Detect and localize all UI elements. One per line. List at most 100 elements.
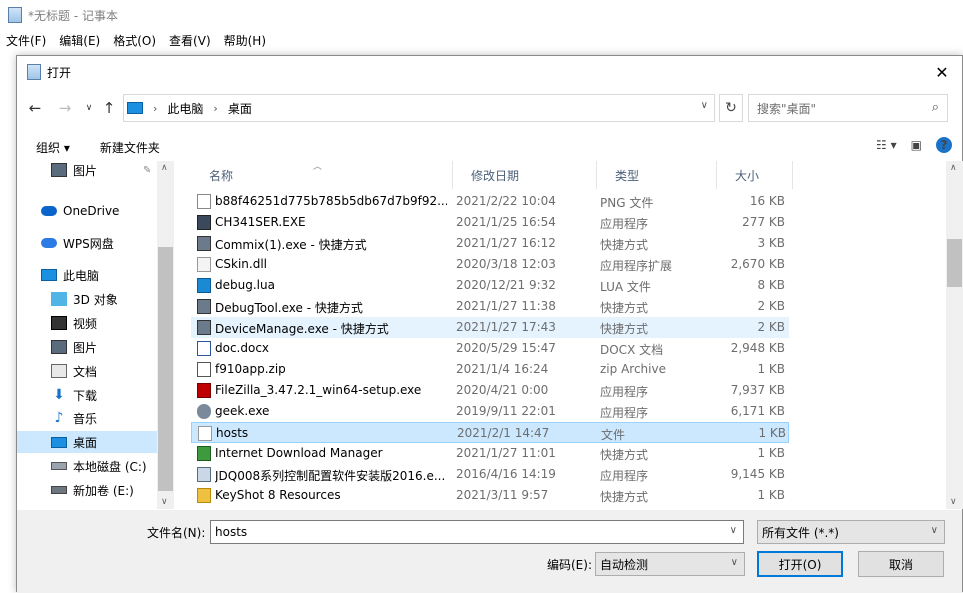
nav-item-onedrive[interactable]: OneDrive	[17, 200, 157, 222]
encoding-dropdown-icon[interactable]: ∨	[731, 557, 738, 568]
file-name: f910app.zip	[215, 362, 286, 376]
navigation-pane: 图片 ✎ OneDrive WPS网盘 此电脑 3D 对象 视频 图片 文档 ⬇…	[17, 161, 173, 509]
file-row[interactable]: geek.exe 2019/9/11 22:01 应用程序 6,171 KB	[191, 401, 789, 422]
navigation-scrollbar[interactable]: ∧ ∨	[157, 161, 174, 509]
nav-item-documents[interactable]: 文档	[17, 360, 157, 382]
nav-item-local-disk-c[interactable]: 本地磁盘 (C:)	[17, 455, 157, 477]
file-row[interactable]: CH341SER.EXE 2021/1/25 16:54 应用程序 277 KB	[191, 212, 789, 233]
open-button[interactable]: 打开(O)	[757, 551, 843, 577]
forward-arrow-icon[interactable]: →	[55, 98, 75, 118]
breadcrumb-separator-icon[interactable]: ›	[213, 102, 217, 115]
file-row[interactable]: debug.lua 2020/12/21 9:32 LUA 文件 8 KB	[191, 275, 789, 296]
scroll-down-icon[interactable]: ∨	[950, 497, 957, 507]
column-header-type[interactable]: 类型	[597, 161, 717, 189]
shortcut-icon	[197, 299, 211, 314]
file-row[interactable]: f910app.zip 2021/1/4 16:24 zip Archive 1 KB	[191, 359, 789, 380]
refresh-icon[interactable]: ↻	[719, 94, 743, 122]
file-date: 2021/1/27 17:43	[456, 320, 556, 334]
address-bar[interactable]: › 此电脑 › 桌面 ∨	[123, 94, 715, 122]
nav-item-desktop[interactable]: 桌面	[17, 431, 157, 453]
file-row[interactable]: Commix(1).exe - 快捷方式 2021/1/27 16:12 快捷方式 3…	[191, 233, 789, 254]
address-dropdown-icon[interactable]: ∨	[701, 100, 708, 111]
dialog-icon	[27, 64, 41, 80]
search-icon: ⌕	[931, 100, 939, 115]
file-name: doc.docx	[215, 341, 270, 355]
nav-item-pictures-pinned[interactable]: 图片 ✎	[17, 161, 157, 181]
address-row: ← → ∨ ↑ › 此电脑 › 桌面 ∨ ↻ 搜索"桌面" ⌕	[17, 92, 962, 124]
scroll-up-icon[interactable]: ∧	[950, 163, 957, 173]
file-row[interactable]: KeyShot 8 Resources 2021/3/11 9:57 快捷方式 1 K…	[191, 485, 789, 506]
file-type: 应用程序	[600, 469, 649, 483]
help-icon[interactable]: ?	[936, 137, 952, 153]
nav-item-volume-e[interactable]: 新加卷 (E:)	[17, 479, 157, 501]
file-date: 2021/1/27 11:38	[456, 299, 556, 313]
nav-item-pictures[interactable]: 图片	[17, 336, 157, 358]
breadcrumb-separator-icon[interactable]: ›	[153, 102, 157, 115]
new-folder-button[interactable]: 新建文件夹	[100, 139, 160, 156]
file-name: Internet Download Manager	[215, 446, 383, 460]
back-arrow-icon[interactable]: ←	[25, 98, 45, 118]
file-size: 1 KB	[757, 362, 785, 376]
file-row[interactable]: Internet Download Manager 2021/1/27 11:01…	[191, 443, 789, 464]
column-header-name[interactable]: 名称	[191, 161, 453, 189]
file-row[interactable]: CSkin.dll 2020/3/18 12:03 应用程序扩展 2,670 KB	[191, 254, 789, 275]
file-row[interactable]: JDQ008系列控制配置软件安装版2016.e... 2016/4/16 14:1…	[191, 464, 789, 485]
file-row[interactable]: doc.docx 2020/5/29 15:47 DOCX 文档 2,948 KB	[191, 338, 789, 359]
file-row[interactable]: DebugTool.exe - 快捷方式 2021/1/27 11:38 快捷方式 2…	[191, 296, 789, 317]
breadcrumb-desktop[interactable]: 桌面	[228, 100, 252, 117]
up-arrow-icon[interactable]: ↑	[99, 98, 119, 118]
menu-help[interactable]: 帮助(H)	[224, 32, 266, 49]
shortcut-icon	[197, 236, 211, 251]
nav-item-wps[interactable]: WPS网盘	[17, 232, 157, 254]
pin-icon[interactable]: ✎	[143, 165, 151, 176]
menu-format[interactable]: 格式(O)	[113, 32, 156, 49]
nav-item-this-pc[interactable]: 此电脑	[17, 264, 157, 286]
scrollbar-thumb[interactable]	[158, 247, 173, 491]
file-row[interactable]: FileZilla_3.47.2.1_win64-setup.exe 2020/4…	[191, 380, 789, 401]
filename-field[interactable]: hosts ∨	[210, 520, 744, 544]
scroll-down-icon[interactable]: ∨	[161, 497, 168, 507]
preview-pane-icon[interactable]: ▣	[911, 138, 922, 152]
cancel-button[interactable]: 取消	[858, 551, 944, 577]
menu-view[interactable]: 查看(V)	[169, 32, 211, 49]
recent-locations-chevron-icon[interactable]: ∨	[79, 98, 99, 118]
menu-edit[interactable]: 编辑(E)	[59, 32, 100, 49]
menu-file[interactable]: 文件(F)	[6, 32, 46, 49]
file-type-filter[interactable]: 所有文件 (*.*) ∨	[757, 520, 945, 544]
notepad-title-bar: *无标题 - 记事本	[0, 0, 963, 30]
encoding-select[interactable]: 自动检测 ∨	[595, 552, 745, 576]
file-row[interactable]: hosts 2021/2/1 14:47 文件 1 KB	[191, 422, 789, 443]
toolbar: 组织 ▾ 新建文件夹 ☷ ▾ ▣ ?	[17, 134, 962, 160]
filename-dropdown-icon[interactable]: ∨	[730, 525, 737, 536]
view-options-icon[interactable]: ☷ ▾	[876, 138, 897, 152]
shortcut-icon	[197, 320, 211, 335]
column-header-date[interactable]: 修改日期	[453, 161, 597, 189]
file-name: debug.lua	[215, 278, 275, 292]
nav-item-videos[interactable]: 视频	[17, 312, 157, 334]
column-header-size[interactable]: 大小	[717, 161, 793, 189]
folder-shortcut-icon	[197, 488, 211, 503]
file-row[interactable]: b88f46251d775b785b5db67d7b9f92... 2021/2/…	[191, 191, 789, 212]
organize-button[interactable]: 组织 ▾	[36, 139, 70, 156]
file-date: 2021/2/1 14:47	[457, 426, 550, 440]
file-type: 应用程序	[600, 385, 649, 399]
local-disk-icon	[51, 462, 67, 470]
scrollbar-thumb[interactable]	[947, 239, 962, 287]
videos-icon	[51, 316, 67, 330]
filename-value: hosts	[215, 525, 248, 539]
close-icon[interactable]: ✕	[922, 56, 962, 88]
file-row[interactable]: DeviceManage.exe - 快捷方式 2021/1/27 17:43 快捷…	[191, 317, 789, 338]
nav-item-downloads[interactable]: ⬇ 下载	[17, 384, 157, 406]
file-name: Commix(1).exe - 快捷方式	[215, 238, 367, 252]
nav-item-music[interactable]: ♪ 音乐	[17, 407, 157, 429]
breadcrumb-this-pc[interactable]: 此电脑	[167, 100, 203, 117]
filename-label: 文件名(N):	[147, 526, 206, 540]
file-type: zip Archive	[600, 362, 666, 376]
filter-dropdown-icon[interactable]: ∨	[931, 525, 938, 536]
nav-item-3d-objects[interactable]: 3D 对象	[17, 288, 157, 310]
file-name: geek.exe	[215, 404, 270, 418]
file-size: 16 KB	[749, 194, 785, 208]
file-list-scrollbar[interactable]: ∧ ∨	[946, 161, 963, 509]
search-input[interactable]: 搜索"桌面" ⌕	[748, 94, 948, 122]
scroll-up-icon[interactable]: ∧	[161, 163, 168, 173]
